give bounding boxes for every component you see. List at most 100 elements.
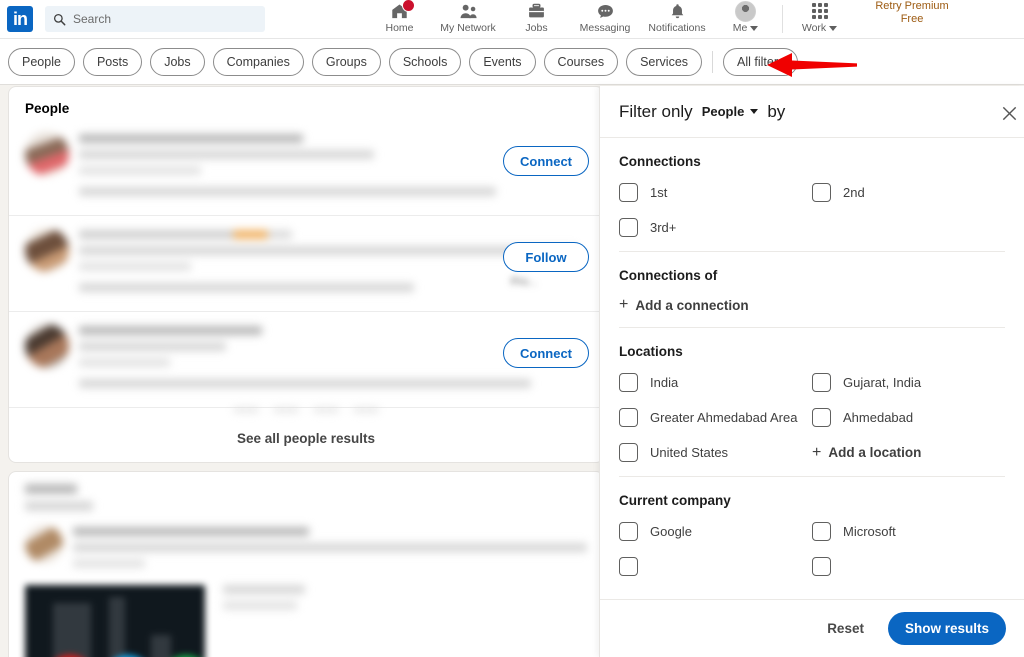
filter-section-connections-of: Connections of + Add a connection (619, 252, 1005, 328)
section-title: Current company (619, 493, 731, 508)
checkbox-gujarat-india[interactable] (812, 373, 831, 392)
nav-divider (782, 5, 783, 33)
person-avatar (25, 228, 69, 272)
nav-item-jobs[interactable]: Jobs (504, 0, 569, 39)
close-icon[interactable] (996, 100, 1022, 126)
checkbox-greater-ahmedabad-area[interactable] (619, 408, 638, 427)
nav-label-jobs: Jobs (525, 21, 548, 34)
checkbox-row-2nd[interactable]: 2nd (812, 183, 1005, 202)
chevron-down-icon (829, 25, 838, 31)
see-all-stub (9, 408, 603, 412)
person-avatar (25, 132, 69, 176)
person-result-row[interactable]: Connect (9, 120, 603, 216)
nav-label-me: Me (732, 21, 748, 34)
people-results-card: People Connect Pro... Follow Connect See… (8, 86, 604, 463)
checkbox-google[interactable] (619, 522, 638, 541)
checkbox-india[interactable] (619, 373, 638, 392)
checkbox-label-united-states: United States (650, 445, 729, 460)
checkbox-label-gujarat-india: Gujarat, India (843, 375, 922, 390)
nav-item-home[interactable]: Home (367, 0, 432, 39)
post-results-card: Critics Takers Doers (8, 471, 604, 657)
checkbox-row-1st[interactable]: 1st (619, 183, 812, 202)
pill-groups[interactable]: Groups (311, 47, 381, 76)
checkbox-ahmedabad[interactable] (812, 408, 831, 427)
checkbox-row-microsoft[interactable]: Microsoft (812, 522, 1005, 541)
filter-section-locations: Locations India Gujarat, India Greater A… (619, 328, 1005, 477)
pill-schools[interactable]: Schools (388, 47, 462, 76)
section-title: Locations (619, 344, 683, 359)
filter-panel-header: Filter only People by (600, 86, 1024, 138)
post-media-thumbnail[interactable]: Critics Takers Doers (25, 585, 205, 657)
nav-item-notifications[interactable]: Notifications (641, 0, 713, 39)
add-a-connection-button[interactable]: + Add a connection (619, 297, 1005, 313)
notification-badge (402, 0, 415, 12)
nav-item-my-network[interactable]: My Network (432, 0, 504, 39)
checkbox-row-gujarat-india[interactable]: Gujarat, India (812, 373, 1005, 392)
connect-button[interactable]: Connect (503, 146, 589, 176)
connect-button[interactable]: Connect (503, 338, 589, 368)
plus-icon: + (812, 443, 822, 461)
pill-events[interactable]: Events (469, 47, 536, 76)
avatar-icon (735, 0, 756, 22)
checkbox-row-google[interactable]: Google (619, 522, 812, 541)
checkbox-label-3rd: 3rd+ (650, 220, 677, 235)
nav-items: Home My Network Jobs Messaging Notificat… (367, 0, 960, 39)
search-input[interactable] (73, 12, 243, 26)
nav-item-work[interactable]: Work (787, 0, 852, 39)
pill-posts[interactable]: Posts (82, 47, 143, 76)
checkbox-2nd[interactable] (812, 183, 831, 202)
grid-icon (811, 2, 828, 21)
pill-companies[interactable]: Companies (212, 47, 304, 76)
locations-checkbox-grid: India Gujarat, India Greater Ahmedabad A… (619, 373, 1005, 462)
plus-icon: + (619, 296, 629, 313)
person-avatar (25, 324, 69, 368)
add-a-location-button[interactable]: + Add a location (812, 443, 1005, 462)
filter-section-current-company: Current company Google Microsoft (619, 477, 1005, 590)
pill-services[interactable]: Services (626, 47, 703, 76)
checkbox-3rd[interactable] (619, 218, 638, 237)
people-icon (459, 2, 478, 21)
person-result-row[interactable]: Pro... Follow (9, 216, 603, 312)
checkbox-1st[interactable] (619, 183, 638, 202)
show-results-button[interactable]: Show results (887, 612, 1006, 645)
linkedin-logo-icon[interactable]: in (7, 6, 33, 32)
checkbox-row-partial-right[interactable] (812, 557, 1005, 576)
person-result-row[interactable]: Connect (9, 312, 603, 408)
pill-courses[interactable]: Courses (543, 47, 619, 76)
nav-item-messaging[interactable]: Messaging (569, 0, 641, 39)
nav-item-me[interactable]: Me (713, 0, 778, 39)
checkbox-partial-left[interactable] (619, 557, 638, 576)
follow-button[interactable]: Follow (503, 242, 589, 272)
pill-all-filters[interactable]: All filters (723, 47, 799, 76)
reset-button[interactable]: Reset (819, 615, 872, 642)
checkbox-partial-right[interactable] (812, 557, 831, 576)
pill-people[interactable]: People (8, 47, 75, 76)
pill-jobs[interactable]: Jobs (150, 47, 205, 76)
current-company-checkbox-grid: Google Microsoft (619, 522, 1005, 576)
see-all-label: See all people results (236, 431, 376, 446)
checkbox-row-ahmedabad[interactable]: Ahmedabad (812, 408, 1005, 427)
post-author-avatar (25, 525, 63, 563)
filter-title-prefix: Filter only (619, 101, 693, 121)
connections-checkbox-grid: 1st 2nd 3rd+ (619, 183, 1005, 237)
retry-premium-link[interactable]: Retry Premium Free (864, 0, 960, 26)
checkbox-row-greater-ahmedabad-area[interactable]: Greater Ahmedabad Area (619, 408, 812, 427)
checkbox-row-partial-left[interactable] (619, 557, 812, 576)
filter-entity-dropdown[interactable]: People (702, 104, 759, 119)
checkbox-row-india[interactable]: India (619, 373, 812, 392)
filter-entity-label: People (701, 104, 745, 119)
see-all-people-results[interactable]: See all people results (9, 408, 603, 462)
checkbox-united-states[interactable] (619, 443, 638, 462)
checkbox-row-united-states[interactable]: United States (619, 443, 812, 462)
premium-line-2: Free (900, 12, 924, 25)
checkbox-label-2nd: 2nd (843, 185, 865, 200)
filter-title-suffix: by (767, 101, 786, 121)
premium-line-1: Retry Premium (875, 0, 949, 12)
checkbox-microsoft[interactable] (812, 522, 831, 541)
checkbox-row-3rd[interactable]: 3rd+ (619, 218, 812, 237)
nav-label-my-network: My Network (440, 21, 496, 34)
chevron-down-icon (750, 109, 759, 114)
search-box[interactable] (45, 6, 265, 32)
search-icon (53, 13, 66, 26)
filter-panel-footer: Reset Show results (600, 599, 1024, 657)
